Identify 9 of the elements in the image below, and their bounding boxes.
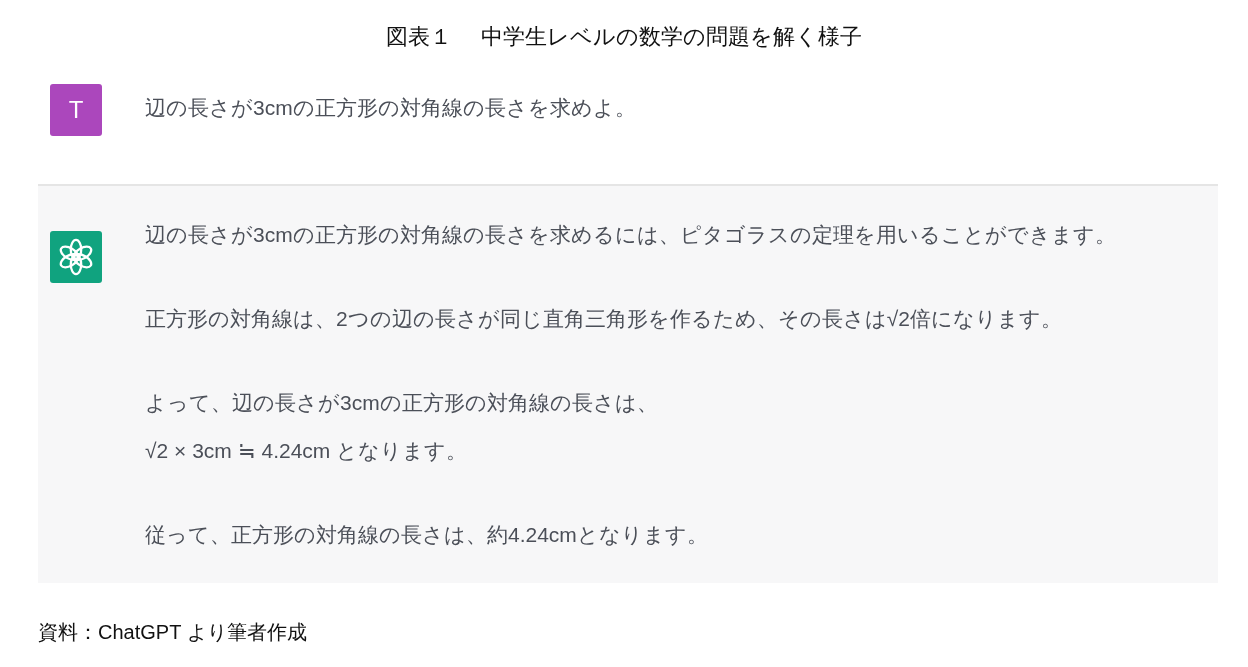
message-text: √2 × 3cm ≒ 4.24cm となります。 bbox=[145, 438, 468, 464]
message-text: よって、辺の長さが3cmの正方形の対角線の長さは、 bbox=[145, 390, 658, 416]
message-text: 辺の長さが3cmの正方形の対角線の長さを求めよ。 bbox=[145, 95, 636, 121]
message-text: 辺の長さが3cmの正方形の対角線の長さを求めるには、ピタゴラスの定理を用いることができます。 bbox=[145, 222, 1116, 248]
avatar: T bbox=[50, 84, 102, 136]
figure-caption: 図表１ 中学生レベルの数学の問題を解く様子 bbox=[385, 23, 863, 51]
message-text: 従って、正方形の対角線の長さは、約4.24cmとなります。 bbox=[145, 522, 708, 548]
source-note: 資料：ChatGPT より筆者作成 bbox=[38, 620, 308, 645]
message-text: 正方形の対角線は、2つの辺の長さが同じ直角三角形を作るため、その長さは√2倍になります。 bbox=[145, 306, 1062, 332]
